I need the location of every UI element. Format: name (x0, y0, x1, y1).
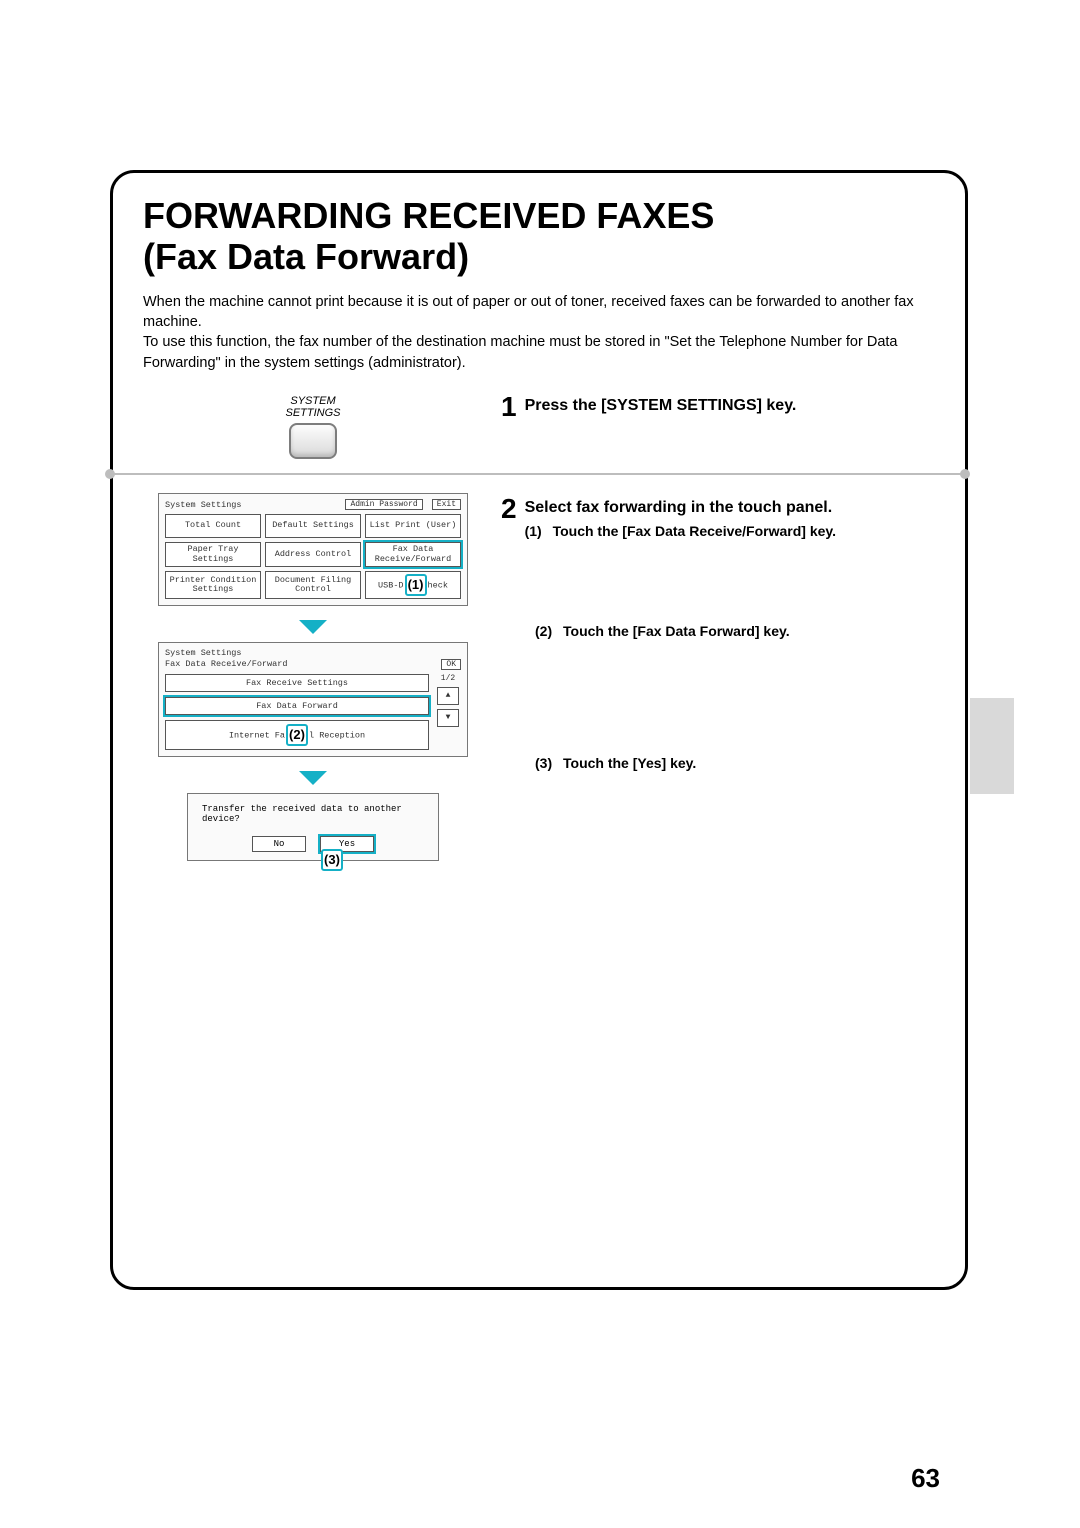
btn-list-print[interactable]: List Print (User) (365, 514, 461, 538)
callout-2: (2) (286, 724, 308, 746)
page-up-button[interactable]: ▲ (437, 687, 459, 705)
btn-internet-fax-manual-reception[interactable]: Internet Fa(2)l Reception (165, 720, 429, 750)
key-label-2: SETTINGS (285, 407, 340, 419)
title-line-1: FORWARDING RECEIVED FAXES (143, 195, 714, 236)
usb-text-left: USB-D (378, 580, 404, 590)
description: When the machine cannot print because it… (143, 292, 935, 373)
screen2-title: System Settings (165, 648, 242, 658)
page-indicator: 1/2 (441, 674, 455, 683)
substep-2-text: Touch the [Fax Data Forward] key. (563, 623, 790, 639)
btn-fax-data-receive-forward[interactable]: Fax Data Receive/Forward (365, 542, 461, 567)
touchscreen-system-settings: System Settings Admin Password Exit Tota… (158, 493, 468, 606)
btn-fax-data-forward[interactable]: Fax Data Forward (165, 697, 429, 715)
substep-3-text: Touch the [Yes] key. (563, 755, 696, 771)
arrow-down-icon (299, 771, 327, 785)
btn-usb-device-check[interactable]: USB-D(1)heck (365, 571, 461, 599)
step-2-heading: Select fax forwarding in the touch panel… (525, 499, 836, 517)
admin-password-button[interactable]: Admin Password (345, 499, 422, 510)
substep-2-num: (2) (535, 623, 563, 639)
page-down-button[interactable]: ▼ (437, 709, 459, 727)
system-settings-key-graphic: SYSTEM SETTINGS (285, 395, 340, 459)
content-frame: FORWARDING RECEIVED FAXES (Fax Data Forw… (110, 170, 968, 1290)
step-2-number: 2 (501, 493, 517, 525)
callout-1: (1) (405, 574, 427, 596)
substep-1-num: (1) (525, 523, 553, 539)
usb-text-right: heck (428, 580, 448, 590)
btn-total-count[interactable]: Total Count (165, 514, 261, 538)
btn-fax-data-forward-label: Fax Data Forward (256, 701, 338, 711)
btn-paper-tray[interactable]: Paper Tray Settings (165, 542, 261, 567)
dialog-text: Transfer the received data to another de… (198, 804, 428, 824)
ok-button[interactable]: OK (441, 659, 461, 670)
arrow-down-icon (299, 620, 327, 634)
btn-default-settings[interactable]: Default Settings (265, 514, 361, 538)
step-divider (110, 473, 965, 475)
btn-printer-condition[interactable]: Printer Condition Settings (165, 571, 261, 599)
page-number: 63 (911, 1463, 940, 1494)
hardware-key-icon[interactable] (289, 423, 337, 459)
section-tab (970, 698, 1014, 794)
key-label-1: SYSTEM (290, 395, 335, 407)
page-title: FORWARDING RECEIVED FAXES (Fax Data Forw… (143, 195, 935, 278)
btn-document-filing[interactable]: Document Filing Control (265, 571, 361, 599)
substep-1-text: Touch the [Fax Data Receive/Forward] key… (553, 523, 836, 539)
screen1-title: System Settings (165, 500, 242, 510)
no-button[interactable]: No (252, 836, 306, 852)
step-1-number: 1 (501, 391, 517, 423)
title-line-2: (Fax Data Forward) (143, 236, 469, 277)
screen2-subtitle: Fax Data Receive/Forward (165, 659, 287, 669)
ifax-right: l Reception (309, 730, 365, 740)
step-1-heading: Press the [SYSTEM SETTINGS] key. (525, 397, 797, 415)
touchscreen-fax-data-receive-forward: System Settings Fax Data Receive/Forward… (158, 642, 468, 757)
exit-button[interactable]: Exit (432, 499, 461, 510)
btn-fax-receive-settings[interactable]: Fax Receive Settings (165, 674, 429, 692)
callout-3: (3) (321, 849, 343, 871)
substep-3-num: (3) (535, 755, 563, 771)
ifax-left: Internet Fa (229, 730, 285, 740)
confirm-dialog: Transfer the received data to another de… (187, 793, 439, 861)
btn-address-control[interactable]: Address Control (265, 542, 361, 567)
